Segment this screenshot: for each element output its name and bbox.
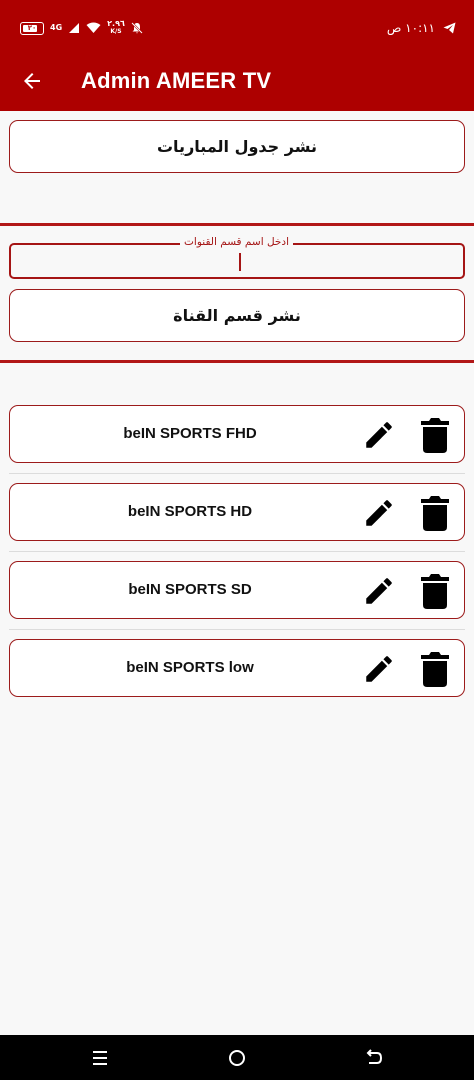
status-right: ١٠:١١ ص bbox=[387, 21, 456, 35]
row-separator bbox=[9, 629, 465, 630]
channel-row[interactable]: beIN SPORTS SD bbox=[9, 561, 465, 619]
pencil-icon[interactable] bbox=[362, 574, 396, 608]
wifi-icon bbox=[86, 22, 101, 33]
pencil-icon[interactable] bbox=[362, 418, 396, 452]
trash-icon[interactable] bbox=[420, 417, 450, 453]
publish-category-label: نشر قسم القناة bbox=[173, 306, 301, 325]
channel-name: beIN SPORTS FHD bbox=[123, 425, 257, 442]
battery-level: ٢٠ bbox=[27, 24, 37, 32]
channel-row[interactable]: beIN SPORTS FHD bbox=[9, 405, 465, 463]
section-divider bbox=[0, 360, 474, 363]
net-speed-value: ٢.٩٦ bbox=[107, 19, 125, 28]
channel-name: beIN SPORTS HD bbox=[127, 503, 253, 520]
bell-off-icon bbox=[131, 22, 143, 34]
network-type: 4G bbox=[50, 23, 63, 32]
system-nav-bar bbox=[0, 1035, 474, 1080]
publish-category-button[interactable]: نشر قسم القناة bbox=[9, 289, 465, 342]
pencil-icon[interactable] bbox=[362, 652, 396, 686]
section-divider bbox=[0, 223, 474, 226]
page-title: Admin AMEER TV bbox=[81, 68, 272, 93]
recent-apps-icon[interactable] bbox=[89, 1047, 111, 1069]
net-speed: ٢.٩٦ K/S bbox=[107, 20, 125, 36]
category-name-label: ادخل اسم قسم القنوات bbox=[180, 236, 293, 248]
signal-icon bbox=[69, 23, 80, 33]
net-speed-unit: K/S bbox=[110, 28, 122, 35]
app-bar: Admin AMEER TV bbox=[0, 56, 474, 111]
status-bar: ٢٠ 4G ٢.٩٦ K/S ١٠:١١ ص bbox=[0, 0, 474, 56]
pencil-icon[interactable] bbox=[362, 496, 396, 530]
text-cursor bbox=[239, 253, 241, 271]
trash-icon[interactable] bbox=[420, 651, 450, 687]
home-icon[interactable] bbox=[226, 1047, 248, 1069]
publish-schedule-button[interactable]: نشر جدول المباريات bbox=[9, 120, 465, 173]
trash-icon[interactable] bbox=[420, 573, 450, 609]
category-name-input[interactable]: ادخل اسم قسم القنوات bbox=[9, 236, 465, 279]
status-left: ٢٠ 4G ٢.٩٦ K/S bbox=[20, 20, 143, 36]
channel-row[interactable]: beIN SPORTS low bbox=[9, 639, 465, 697]
row-separator bbox=[9, 473, 465, 474]
arrow-back-icon[interactable] bbox=[20, 69, 44, 93]
back-nav-icon[interactable] bbox=[363, 1047, 385, 1069]
channel-name: beIN SPORTS low bbox=[126, 659, 254, 676]
trash-icon[interactable] bbox=[420, 495, 450, 531]
battery-icon: ٢٠ bbox=[20, 21, 44, 35]
telegram-icon bbox=[443, 22, 456, 34]
channel-name: beIN SPORTS SD bbox=[128, 581, 252, 598]
clock: ١٠:١١ ص bbox=[386, 21, 435, 35]
publish-schedule-label: نشر جدول المباريات bbox=[156, 137, 318, 156]
row-separator bbox=[9, 551, 465, 552]
channel-row[interactable]: beIN SPORTS HD bbox=[9, 483, 465, 541]
